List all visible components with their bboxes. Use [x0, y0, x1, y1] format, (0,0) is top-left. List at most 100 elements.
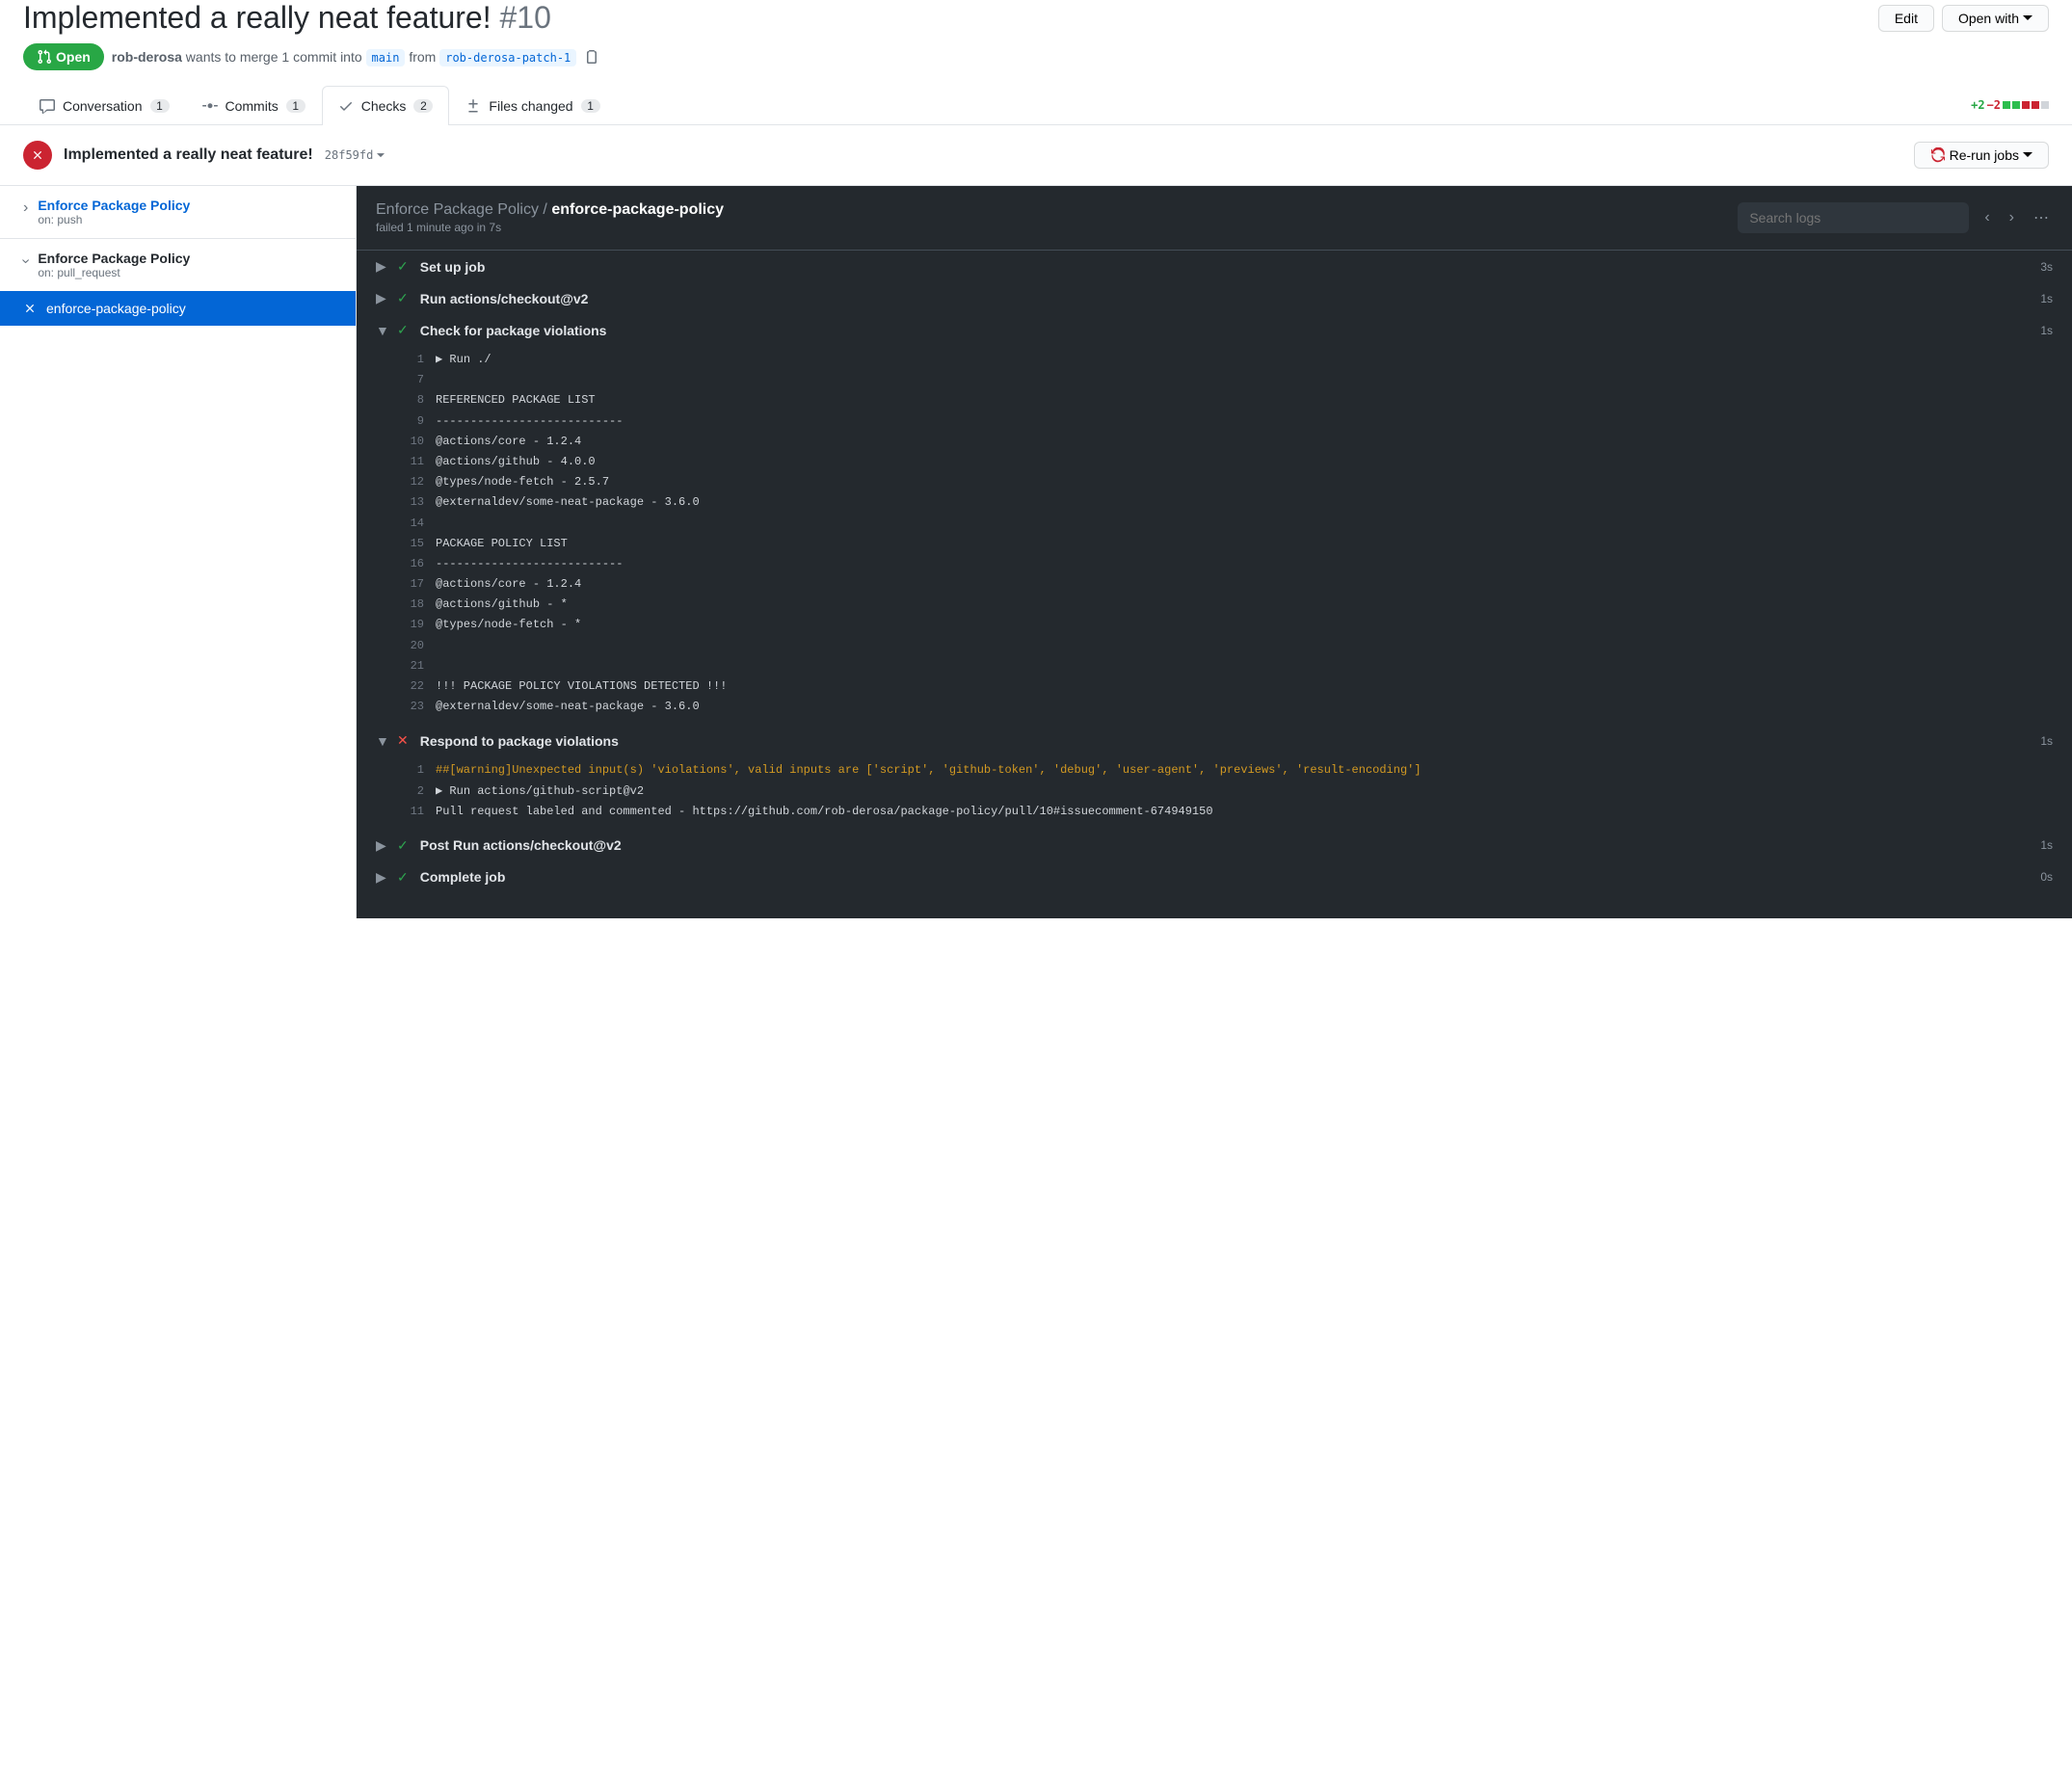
check-icon: ✓	[397, 869, 409, 886]
tab-checks[interactable]: Checks 2	[322, 86, 450, 125]
step-row[interactable]: ▶ ✓ Complete job 0s	[357, 861, 2072, 893]
workflow-item-push[interactable]: › Enforce Package Policy on: push	[0, 186, 356, 239]
diffstat: +2 −2	[1971, 98, 2049, 112]
log-line: 22!!! PACKAGE POLICY VIOLATIONS DETECTED…	[401, 676, 2072, 697]
check-icon: ✓	[397, 322, 409, 338]
expand-icon[interactable]: ▶	[376, 258, 385, 275]
search-logs-input[interactable]	[1738, 202, 1969, 233]
step-row[interactable]: ▼✓Check for package violations1s	[357, 314, 2072, 346]
check-icon: ✓	[397, 258, 409, 275]
expand-icon[interactable]: ▶	[376, 290, 385, 306]
step-name: Set up job	[420, 259, 2030, 275]
log-line: 20	[401, 636, 2072, 656]
step-duration: 1s	[2040, 292, 2053, 305]
log-line: 9---------------------------	[401, 411, 2072, 432]
step-name: Check for package violations	[420, 323, 2030, 338]
log-line: 23@externaldev/some-neat-package - 3.6.0	[401, 697, 2072, 717]
expand-icon[interactable]: ▼	[376, 323, 385, 338]
comment-icon	[40, 98, 55, 114]
kebab-icon[interactable]: ⋯	[2030, 204, 2053, 231]
x-icon	[31, 148, 44, 162]
check-icon: ✓	[397, 837, 409, 854]
next-icon[interactable]: ›	[2006, 205, 2018, 230]
prev-icon[interactable]: ‹	[1980, 205, 1993, 230]
log-line: 2▶ Run actions/github-script@v2	[401, 782, 2072, 802]
chevron-down-icon	[2023, 15, 2032, 21]
log-output: 1▶ Run ./78REFERENCED PACKAGE LIST9-----…	[357, 346, 2072, 725]
commits-count: 1	[286, 99, 305, 113]
expand-icon[interactable]: ▼	[376, 733, 385, 749]
log-line: 11@actions/github - 4.0.0	[401, 452, 2072, 472]
log-line: 13@externaldev/some-neat-package - 3.6.0	[401, 492, 2072, 513]
log-line: 1##[warning]Unexpected input(s) 'violati…	[401, 760, 2072, 781]
workflow-sidebar: › Enforce Package Policy on: push › Enfo…	[0, 186, 357, 918]
log-line: 18@actions/github - *	[401, 595, 2072, 615]
x-icon: ✕	[397, 732, 409, 749]
commit-sha-dropdown[interactable]: 28f59fd	[325, 148, 385, 162]
chevron-down-icon	[2023, 152, 2032, 158]
state-badge: Open	[23, 43, 104, 70]
expand-icon[interactable]: ▶	[376, 837, 385, 854]
log-line: 16---------------------------	[401, 554, 2072, 574]
log-line: 14	[401, 514, 2072, 534]
log-line: 8REFERENCED PACKAGE LIST	[401, 390, 2072, 411]
step-duration: 1s	[2040, 838, 2053, 852]
pr-author[interactable]: rob-derosa	[112, 49, 182, 65]
x-icon	[23, 302, 37, 315]
tab-commits[interactable]: Commits 1	[186, 86, 322, 125]
step-name: Run actions/checkout@v2	[420, 291, 2030, 306]
state-label: Open	[56, 49, 91, 65]
merge-description: rob-derosa wants to merge 1 commit into …	[112, 49, 577, 65]
log-breadcrumb: Enforce Package Policy / enforce-package…	[376, 201, 724, 219]
log-line: 15PACKAGE POLICY LIST	[401, 534, 2072, 554]
commit-title: Implemented a really neat feature!	[64, 146, 313, 164]
diff-icon	[465, 98, 481, 114]
workflow-title: Enforce Package Policy	[38, 251, 190, 266]
log-line: 7	[401, 370, 2072, 390]
step-duration: 3s	[2040, 260, 2053, 274]
chevron-down-icon	[377, 153, 385, 158]
step-row[interactable]: ▶ ✓ Post Run actions/checkout@v2 1s	[357, 830, 2072, 861]
step-name: Respond to package violations	[420, 733, 2030, 749]
job-item-enforce[interactable]: enforce-package-policy	[0, 291, 356, 326]
tab-conversation[interactable]: Conversation 1	[23, 86, 186, 125]
log-panel: Enforce Package Policy / enforce-package…	[357, 186, 2072, 918]
workflow-item-pr[interactable]: › Enforce Package Policy on: pull_reques…	[0, 239, 356, 291]
checks-count: 2	[413, 99, 433, 113]
step-row[interactable]: ▶ ✓ Run actions/checkout@v2 1s	[357, 282, 2072, 314]
log-line: 11Pull request labeled and commented - h…	[401, 802, 2072, 822]
step-name: Complete job	[420, 869, 2030, 885]
edit-button[interactable]: Edit	[1878, 5, 1934, 32]
log-status: failed 1 minute ago in 7s	[376, 221, 724, 234]
log-line: 21	[401, 656, 2072, 676]
pr-number: #10	[500, 0, 551, 35]
step-duration: 0s	[2040, 870, 2053, 884]
rerun-jobs-button[interactable]: Re-run jobs	[1914, 142, 2049, 169]
expand-icon[interactable]: ▶	[376, 869, 385, 886]
status-fail-badge	[23, 141, 52, 170]
copy-icon[interactable]	[584, 49, 599, 65]
checks-icon	[338, 98, 354, 114]
conversation-count: 1	[150, 99, 170, 113]
log-line: 17@actions/core - 1.2.4	[401, 574, 2072, 595]
tab-files[interactable]: Files changed 1	[449, 86, 616, 125]
workflow-trigger: on: pull_request	[38, 266, 190, 279]
workflow-title: Enforce Package Policy	[38, 198, 190, 213]
log-line: 10@actions/core - 1.2.4	[401, 432, 2072, 452]
step-row[interactable]: ▶ ✓ Set up job 3s	[357, 251, 2072, 282]
open-with-label: Open with	[1958, 11, 2019, 26]
workflow-trigger: on: push	[38, 213, 190, 226]
open-with-button[interactable]: Open with	[1942, 5, 2049, 32]
pr-title-text: Implemented a really neat feature!	[23, 0, 491, 35]
step-name: Post Run actions/checkout@v2	[420, 837, 2030, 853]
check-icon: ✓	[397, 290, 409, 306]
deletions: −2	[1987, 98, 2001, 112]
chevron-right-icon: ›	[23, 199, 28, 217]
commit-icon	[202, 98, 218, 114]
step-duration: 1s	[2040, 734, 2053, 748]
step-row[interactable]: ▼ ✕ Respond to package violations 1s	[357, 725, 2072, 756]
sync-icon	[1930, 147, 1946, 163]
job-name: enforce-package-policy	[46, 301, 186, 316]
head-branch[interactable]: rob-derosa-patch-1	[439, 49, 576, 66]
base-branch[interactable]: main	[366, 49, 406, 66]
